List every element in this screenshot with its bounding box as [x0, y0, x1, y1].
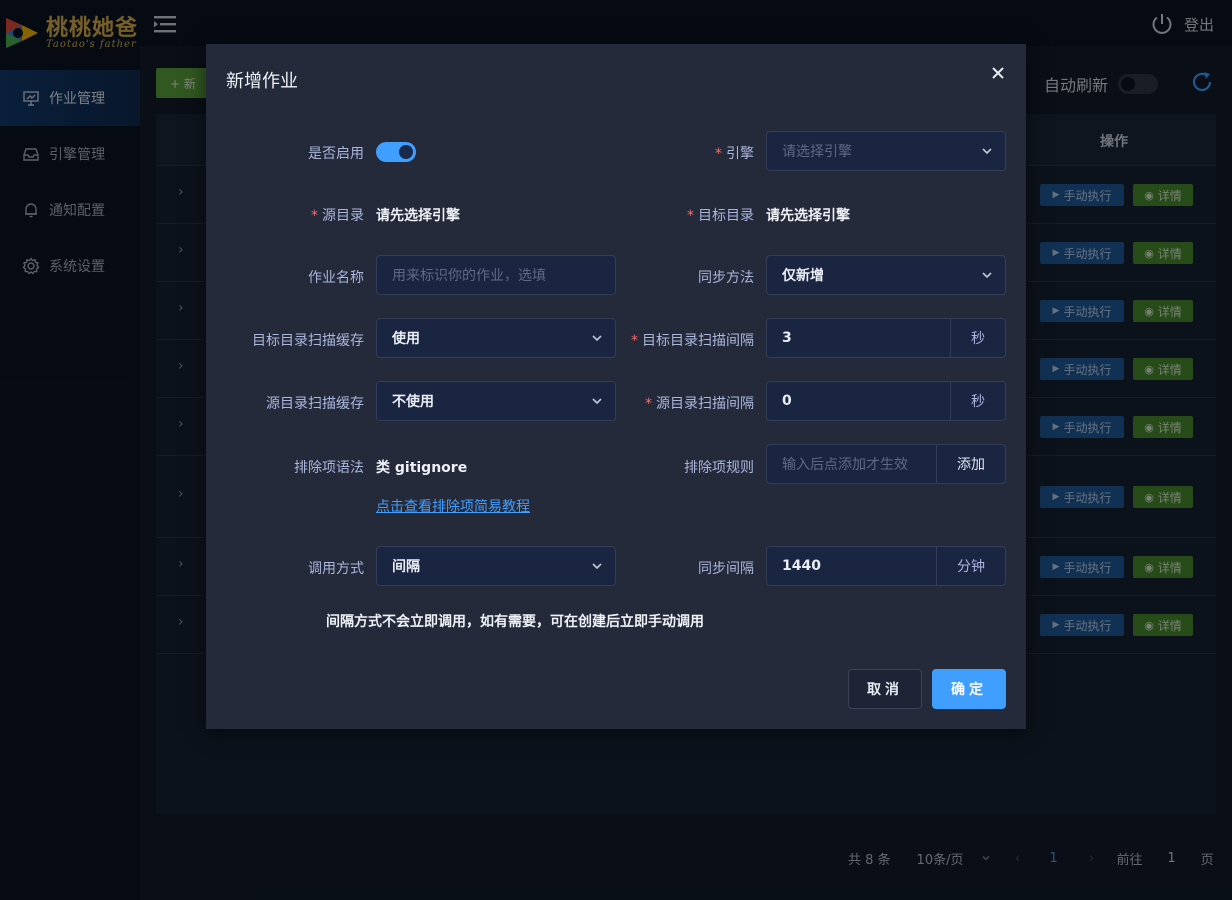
job-name-placeholder: 用来标识你的作业，选填: [392, 268, 546, 284]
src-cache-value: 不使用: [392, 394, 434, 410]
dst-interval-input[interactable]: 3 秒: [766, 318, 1006, 358]
sync-method-select[interactable]: 仅新增: [766, 255, 1006, 295]
invoke-select[interactable]: 间隔: [376, 546, 616, 586]
exclude-add-button[interactable]: 添加: [936, 445, 1005, 483]
invoke-note: 间隔方式不会立即调用，如有需要，可在创建后立即手动调用: [326, 614, 704, 630]
src-interval-value: 0: [782, 393, 792, 409]
src-interval-unit: 秒: [950, 382, 1005, 420]
src-dir-label: * 源目录: [311, 208, 364, 224]
dst-interval-unit: 秒: [950, 319, 1005, 357]
dst-interval-value: 3: [782, 330, 792, 346]
sync-interval-unit: 分钟: [936, 547, 1005, 585]
invoke-value: 间隔: [392, 559, 420, 575]
sync-interval-input[interactable]: 1440 分钟: [766, 546, 1006, 586]
job-name-label: 作业名称: [308, 270, 364, 286]
exclude-tutorial-link[interactable]: 点击查看排除项简易教程: [376, 496, 530, 516]
exclude-syntax-label: 排除项语法: [294, 460, 364, 476]
src-cache-select[interactable]: 不使用: [376, 381, 616, 421]
chevron-down-icon: [579, 546, 615, 586]
exclude-rule-input[interactable]: 输入后点添加才生效 添加: [766, 444, 1006, 484]
confirm-button[interactable]: 确定: [932, 669, 1006, 709]
engine-placeholder: 请选择引擎: [782, 144, 852, 160]
sync-interval-value: 1440: [782, 558, 821, 574]
dst-cache-select[interactable]: 使用: [376, 318, 616, 358]
invoke-label: 调用方式: [308, 561, 364, 577]
cancel-button[interactable]: 取消: [848, 669, 922, 709]
exclude-rule-label: 排除项规则: [684, 460, 754, 476]
dst-dir-value: 请先选择引擎: [766, 208, 850, 224]
chevron-down-icon: [579, 318, 615, 358]
chevron-down-icon: [969, 255, 1005, 295]
dialog-title: 新增作业: [226, 71, 298, 92]
close-icon[interactable]: [989, 64, 1007, 82]
src-interval-label: * 源目录扫描间隔: [645, 396, 754, 412]
engine-select[interactable]: 请选择引擎: [766, 131, 1006, 171]
exclude-syntax-value: 类 gitignore: [376, 460, 468, 476]
dst-dir-label: * 目标目录: [687, 208, 754, 224]
enabled-label: 是否启用: [308, 146, 364, 162]
job-name-input[interactable]: 用来标识你的作业，选填: [376, 255, 616, 295]
chevron-down-icon: [969, 131, 1005, 171]
src-dir-value: 请先选择引擎: [376, 208, 460, 224]
enabled-switch[interactable]: [376, 142, 416, 162]
sync-method-label: 同步方法: [698, 270, 754, 286]
new-job-dialog: 新增作业 是否启用 * 引擎 请选择引擎 * 源目录 请先选择引擎 * 目标目录 请先…: [206, 44, 1026, 729]
dst-cache-label: 目标目录扫描缓存: [252, 333, 364, 349]
sync-interval-label: 同步间隔: [698, 561, 754, 577]
engine-label: * 引擎: [715, 146, 754, 162]
chevron-down-icon: [579, 381, 615, 421]
src-cache-label: 源目录扫描缓存: [266, 396, 364, 412]
dst-interval-label: * 目标目录扫描间隔: [631, 333, 754, 349]
dst-cache-value: 使用: [392, 331, 420, 347]
exclude-rule-placeholder: 输入后点添加才生效: [782, 457, 908, 473]
sync-method-value: 仅新增: [782, 268, 824, 284]
src-interval-input[interactable]: 0 秒: [766, 381, 1006, 421]
